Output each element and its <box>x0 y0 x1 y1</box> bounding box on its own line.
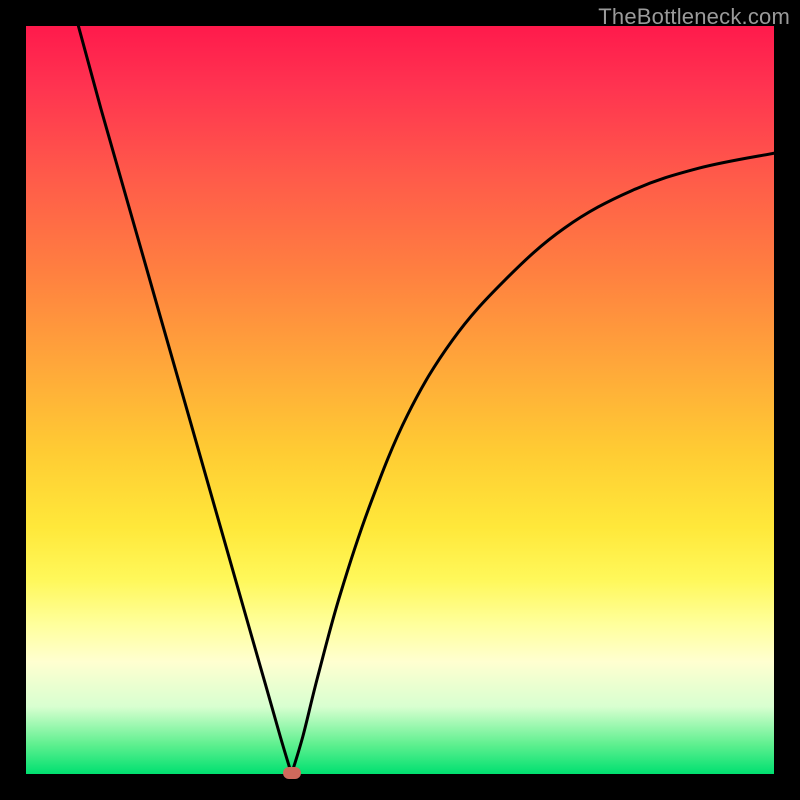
curve-left-branch <box>78 26 291 774</box>
bottleneck-curve <box>26 26 774 774</box>
watermark-text: TheBottleneck.com <box>598 4 790 30</box>
plot-area <box>26 26 774 774</box>
minimum-marker <box>283 767 301 779</box>
chart-frame: TheBottleneck.com <box>0 0 800 800</box>
curve-right-branch <box>292 153 775 774</box>
